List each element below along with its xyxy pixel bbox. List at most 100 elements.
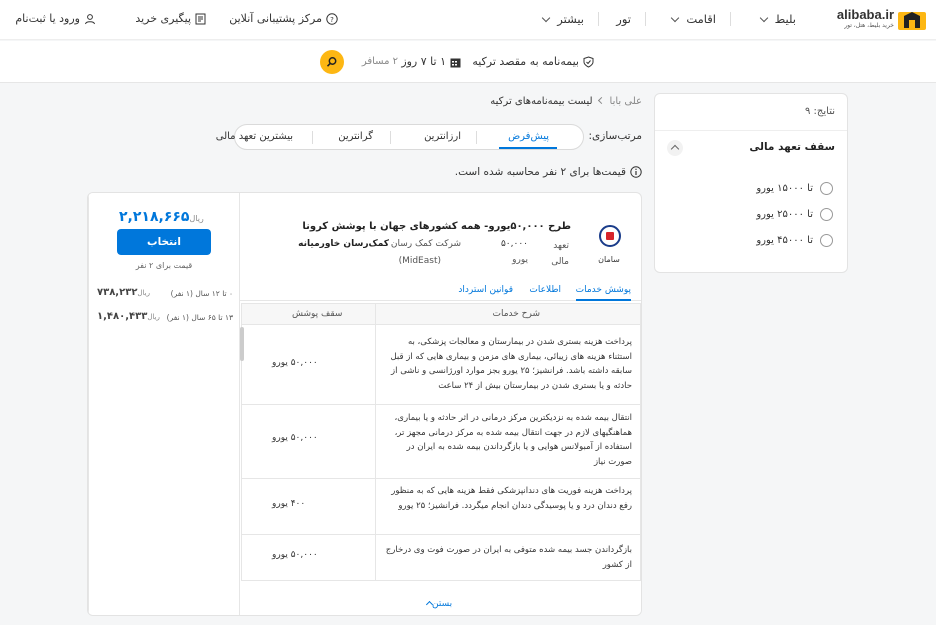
cap-option-label[interactable]: تا ۱۵۰۰۰ یورو xyxy=(756,183,813,194)
breadcrumb: علی بابا لیست بیمه‌نامه‌های ترکیه xyxy=(490,96,642,107)
divider xyxy=(476,131,477,144)
divider xyxy=(375,479,376,535)
assistance-label: شرکت کمک رسان xyxy=(390,239,461,249)
tab-refund-rules[interactable]: قوانین استرداد xyxy=(458,285,513,295)
divider xyxy=(390,131,391,144)
breadcrumb-current: لیست بیمه‌نامه‌های ترکیه xyxy=(490,96,593,107)
nav-item-stay[interactable]: اقامت xyxy=(671,12,716,26)
service-cap: ۴۰۰ یورو xyxy=(272,499,306,509)
receipt-icon xyxy=(195,13,206,25)
service-cap: ۵۰,۰۰۰ یورو xyxy=(272,358,318,368)
insurance-plan-card: ۲,۲۱۸,۶۶۵ریال انتخاب قیمت برای ۲ نفر ۷۳۸… xyxy=(87,192,642,616)
sort-options: پیش‌فرض ارزانترین گرانترین بیشترین تعهد … xyxy=(216,124,584,150)
login-link[interactable]: ورود یا ثبت‌نام xyxy=(15,12,96,25)
age-price-currency: ریال xyxy=(147,313,160,321)
nav-label: بیشتر xyxy=(557,12,584,26)
tab-info[interactable]: اطلاعات xyxy=(529,285,561,295)
age-price-value: ۱,۴۸۰,۴۳۳ xyxy=(97,311,148,322)
cap-option-label[interactable]: تا ۲۵۰۰۰ یورو xyxy=(756,209,813,220)
sort-default[interactable]: پیش‌فرض xyxy=(508,131,549,142)
age-price-value: ۷۳۸,۲۳۲ xyxy=(97,287,138,298)
sort-cheapest[interactable]: ارزانترین xyxy=(424,131,461,142)
table-row: انتقال بیمه شده به نزدیکترین مرکز درمانی… xyxy=(241,405,641,479)
shield-check-icon xyxy=(583,56,594,68)
collapse-details-link[interactable]: بستن xyxy=(423,599,452,609)
radio-cap-25000[interactable] xyxy=(820,208,833,221)
currency-label: مالی xyxy=(551,257,569,267)
radio-cap-15000[interactable] xyxy=(820,182,833,195)
divider xyxy=(312,131,313,144)
destination-summary[interactable]: بیمه‌نامه به مقصد ترکیه xyxy=(472,55,594,68)
support-link[interactable]: ? مرکز پشتیبانی آنلاین xyxy=(229,12,338,25)
question-circle-icon: ? xyxy=(326,13,338,25)
search-button[interactable] xyxy=(320,50,344,74)
table-scrollbar[interactable] xyxy=(240,327,244,361)
support-label: مرکز پشتیبانی آنلاین xyxy=(229,12,322,25)
divider xyxy=(375,535,376,581)
divider xyxy=(375,304,376,326)
chevron-down-icon xyxy=(542,13,551,23)
service-cap: ۵۰,۰۰۰ یورو xyxy=(272,433,318,443)
divider xyxy=(655,130,847,131)
nav-label: تور xyxy=(616,12,631,26)
collapse-toggle[interactable] xyxy=(667,140,683,156)
column-header: سقف پوشش xyxy=(292,309,343,319)
login-label: ورود یا ثبت‌نام xyxy=(15,12,80,25)
commitment-label: تعهد xyxy=(553,241,569,251)
saman-logo-icon xyxy=(599,225,621,247)
age-group-label: ۱۳ تا ۶۵ سال (۱ نفر) xyxy=(166,313,233,322)
divider xyxy=(239,193,240,615)
alibaba-logo[interactable]: alibaba.ir خرید بلیط، هتل، تور xyxy=(834,6,926,34)
service-description: انتقال بیمه شده به نزدیکترین مرکز درمانی… xyxy=(394,413,632,467)
brand-tagline: خرید بلیط، هتل، تور xyxy=(844,22,894,29)
search-summary-bar[interactable]: بیمه‌نامه به مقصد ترکیه ۱ تا ۷ روز ۲ مسا… xyxy=(0,41,936,83)
plan-title: طرح ۵۰,۰۰۰یورو- همه کشورهای جهان با پوشش… xyxy=(302,221,571,232)
age-group-label: ۰ تا ۱۲ سال (۱ نفر) xyxy=(170,289,233,298)
brand-name: alibaba.ir xyxy=(836,7,894,22)
destination-text: بیمه‌نامه به مقصد ترکیه xyxy=(472,55,579,68)
commitment-value: ۵۰,۰۰۰ xyxy=(500,239,528,249)
age-price-currency: ریال xyxy=(137,289,150,297)
nav-label: بلیط xyxy=(774,12,796,26)
table-row: پرداخت هزینه بستری شدن در بیمارستان و مع… xyxy=(241,325,641,405)
nav-divider xyxy=(598,12,599,26)
nav-label: اقامت xyxy=(686,12,716,26)
currency-value: یورو xyxy=(512,255,528,265)
price-currency: ریال xyxy=(189,214,204,223)
info-icon xyxy=(630,166,642,178)
radio-cap-45000[interactable] xyxy=(820,234,833,247)
svg-text:?: ? xyxy=(330,16,334,24)
sort-active-underline xyxy=(499,147,557,149)
nav-divider xyxy=(645,12,646,26)
select-button[interactable]: انتخاب xyxy=(117,229,211,255)
price-note: قیمت برای ۲ نفر xyxy=(135,261,193,270)
close-label: بستن xyxy=(432,599,453,609)
table-header: شرح خدمات سقف پوشش xyxy=(241,303,641,326)
nav-item-ticket[interactable]: بلیط xyxy=(759,12,796,26)
table-row: پرداخت هزینه فوریت های دندانپزشکی فقط هز… xyxy=(241,479,641,535)
price-notice: قیمت‌ها برای ۲ نفر محاسبه شده است. xyxy=(455,166,642,178)
cap-option-label[interactable]: تا ۴۵۰۰۰ یورو xyxy=(756,235,813,246)
chevron-left-icon xyxy=(597,96,605,105)
track-label: پیگیری خرید xyxy=(135,12,191,25)
service-description: بازگرداندن جسد بیمه شده متوفی به ایران د… xyxy=(385,545,632,570)
nav-item-more[interactable]: بیشتر xyxy=(542,12,584,26)
calendar-icon xyxy=(450,58,461,67)
divider xyxy=(375,405,376,479)
divider xyxy=(375,325,376,405)
results-count: نتایج: ۹ xyxy=(804,106,835,117)
tab-coverage[interactable]: پوشش خدمات xyxy=(575,285,632,301)
total-price: ۲,۲۱۸,۶۶۵ریال xyxy=(119,209,231,225)
search-icon xyxy=(326,57,337,67)
nav-divider xyxy=(730,12,731,26)
sort-highest-cap[interactable]: بیشترین تعهد مالی xyxy=(216,131,293,142)
insurer-name: سامان xyxy=(598,255,620,264)
track-purchase-link[interactable]: پیگیری خرید xyxy=(135,12,206,25)
table-row: بازگرداندن جسد بیمه شده متوفی به ایران د… xyxy=(241,535,641,581)
sort-most-expensive[interactable]: گرانترین xyxy=(338,131,373,142)
passenger-summary[interactable]: ۲ مسافر xyxy=(362,56,398,67)
duration-summary[interactable]: ۱ تا ۷ روز xyxy=(401,55,461,68)
nav-item-tour[interactable]: تور xyxy=(616,12,631,26)
breadcrumb-home[interactable]: علی بابا xyxy=(610,96,642,107)
price-value: ۲,۲۱۸,۶۶۵ xyxy=(119,209,190,225)
